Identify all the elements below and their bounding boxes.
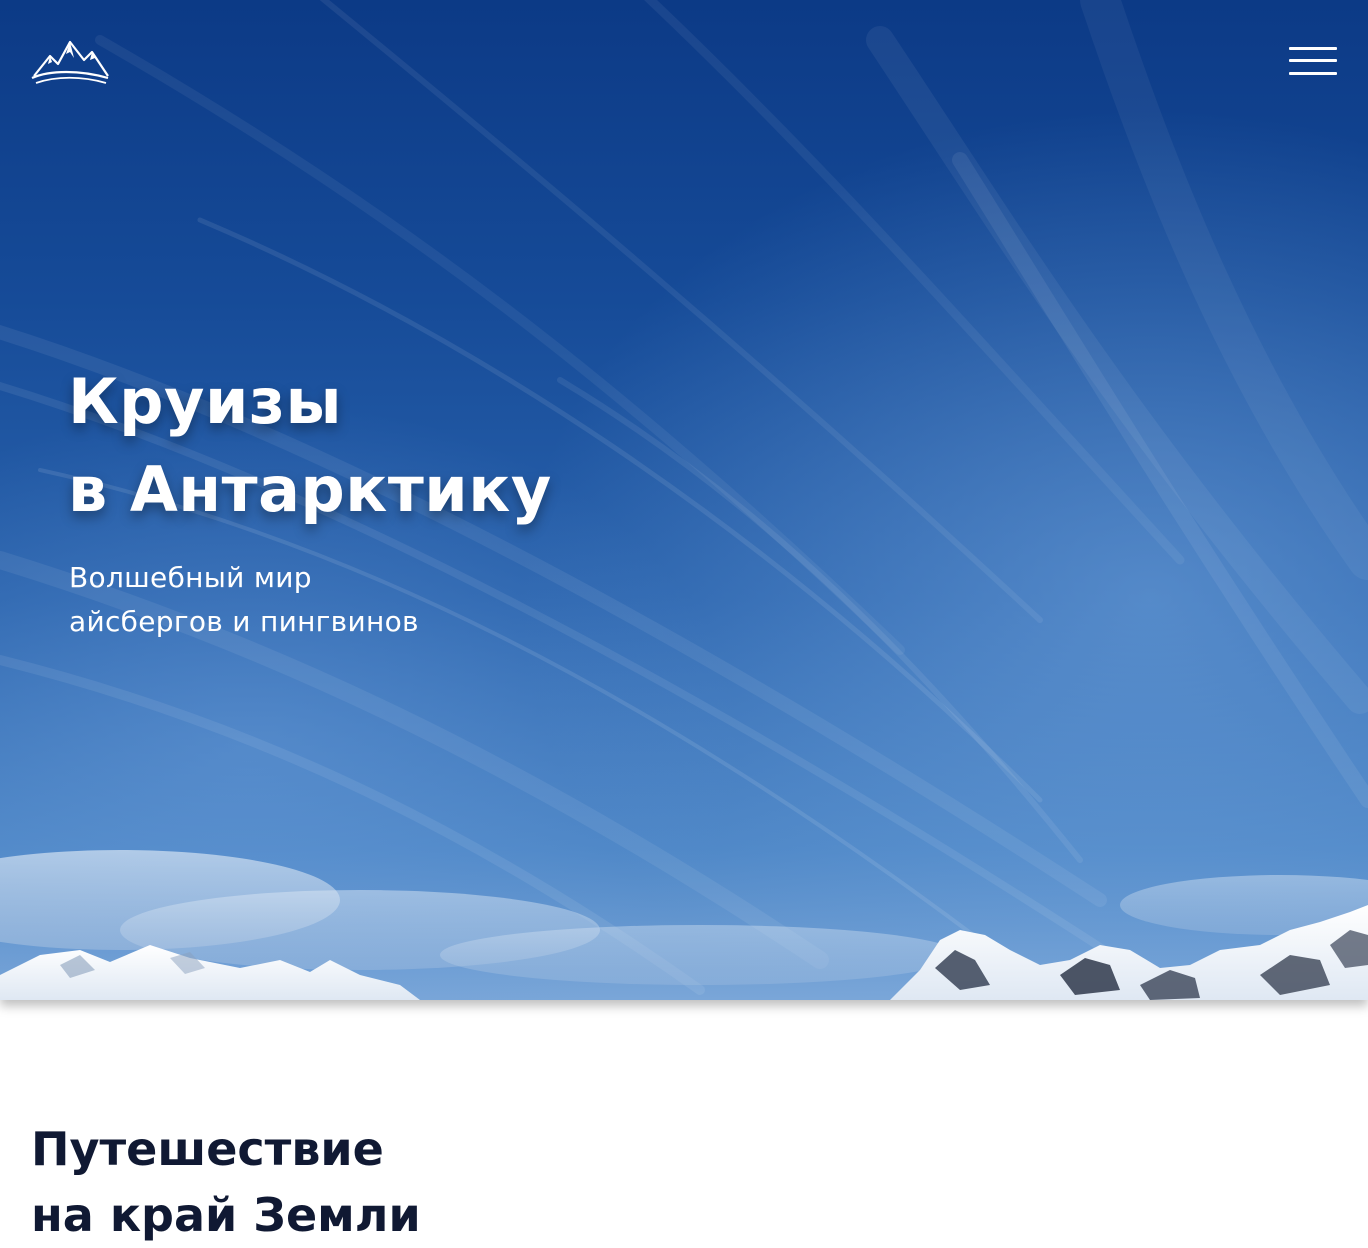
hero-subtitle: Волшебный мир айсбергов и пингвинов [69,556,419,644]
hero-section: Круизы в Антарктику Волшебный мир айсбер… [0,0,1368,1000]
logo-mountains-icon [31,40,109,84]
section-title-line-2: на край Земли [31,1188,421,1242]
hero-title-line-2: в Антарктику [68,453,552,526]
hamburger-menu-icon[interactable] [1286,44,1338,78]
mountain-logo-icon[interactable] [30,38,110,86]
menu-bar-top [1289,47,1337,50]
hero-title: Круизы в Антарктику [68,358,552,534]
menu-bar-middle [1289,59,1337,62]
hero-subtitle-line-1: Волшебный мир [69,561,312,594]
hero-title-line-1: Круизы [68,365,343,438]
section-title-line-1: Путешествие [31,1122,384,1176]
menu-bar-bottom [1289,72,1337,75]
section-title: Путешествие на край Земли [31,1116,421,1248]
hero-subtitle-line-2: айсбергов и пингвинов [69,605,419,638]
